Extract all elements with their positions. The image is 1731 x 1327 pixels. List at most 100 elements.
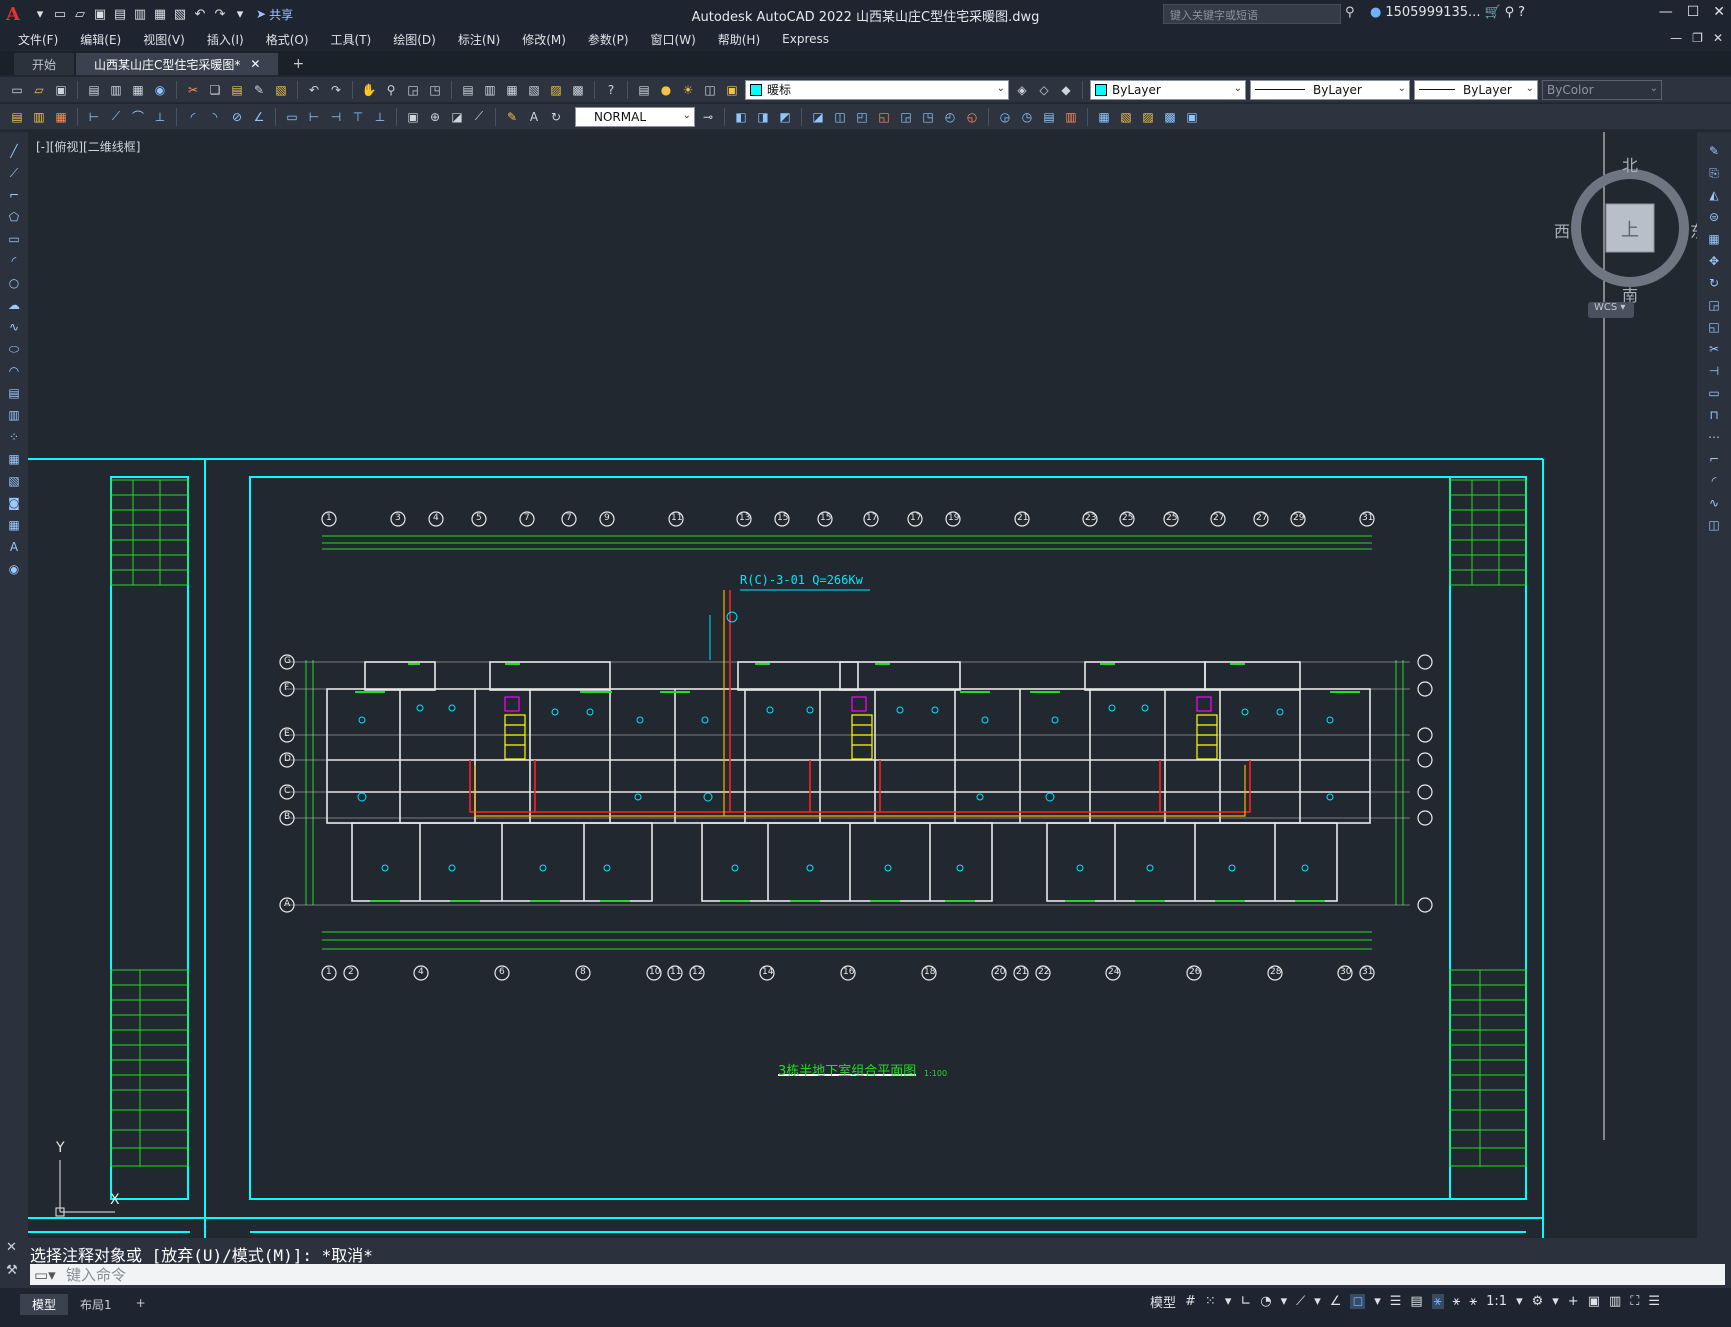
design-center-icon[interactable]: ▥: [481, 81, 499, 99]
dim-style-icon[interactable]: ⊸: [699, 108, 717, 126]
menu-edit[interactable]: 编辑(E): [80, 31, 121, 48]
annotation-visibility-icon[interactable]: ⚹: [1431, 1294, 1444, 1309]
mtext-icon[interactable]: A: [4, 538, 24, 556]
zoom-window-icon[interactable]: ◲: [404, 81, 422, 99]
erase-icon[interactable]: ✎: [1704, 142, 1724, 160]
baseline-dim-icon[interactable]: ⊢: [305, 108, 323, 126]
table-icon[interactable]: ▦: [4, 516, 24, 534]
quick-dim-icon[interactable]: ▭: [283, 108, 301, 126]
lineweight-select[interactable]: ByLayer ⌄: [1414, 79, 1538, 100]
stretch-icon[interactable]: ◱: [1704, 318, 1724, 336]
save-web-icon[interactable]: ▦: [152, 6, 168, 22]
share-button[interactable]: ➤ 共享: [256, 6, 293, 23]
menu-insert[interactable]: 插入(I): [207, 31, 244, 48]
construction-line-icon[interactable]: ⟋: [4, 164, 24, 182]
customize-cmd-icon[interactable]: ⚒: [6, 1263, 18, 1278]
paste-icon[interactable]: ▤: [228, 81, 246, 99]
layer-select[interactable]: 暖标 ⌄: [745, 79, 1009, 100]
clean-screen-icon[interactable]: ⛶: [1630, 1294, 1639, 1309]
chevron-down-icon[interactable]: ▾: [1516, 1294, 1523, 1309]
plot-icon[interactable]: ▧: [172, 6, 188, 22]
units-icon[interactable]: ▣: [1588, 1294, 1600, 1309]
doc-close-button[interactable]: ✕: [1713, 31, 1723, 45]
new-icon[interactable]: ▭: [52, 6, 68, 22]
draw-order-back-icon[interactable]: ◨: [754, 108, 772, 126]
menu-express[interactable]: Express: [782, 32, 829, 46]
grid-icon[interactable]: #: [1185, 1294, 1196, 1309]
rectangle-icon[interactable]: ▭: [4, 230, 24, 248]
angular-dim-icon[interactable]: ∠: [250, 108, 268, 126]
layer-viewport-icon[interactable]: ◫: [701, 81, 719, 99]
aligned-dim-icon[interactable]: ⟋: [107, 108, 125, 126]
jogged-dim-icon[interactable]: ◝: [206, 108, 224, 126]
viewcube-top-face[interactable]: 上: [1621, 216, 1639, 242]
diameter-dim-icon[interactable]: ⊘: [228, 108, 246, 126]
copy-icon[interactable]: ❏: [206, 81, 224, 99]
snap-icon[interactable]: ⁙: [1205, 1294, 1216, 1309]
tolerance-icon[interactable]: ▣: [404, 108, 422, 126]
add-layout-button[interactable]: +: [124, 1294, 158, 1312]
chamfer-icon[interactable]: ⌐: [1704, 450, 1724, 468]
circle-icon[interactable]: ○: [4, 274, 24, 292]
chevron-down-icon[interactable]: ▾: [1314, 1294, 1321, 1309]
lineweight-icon[interactable]: ☰: [1390, 1294, 1402, 1309]
inquiry-f-icon[interactable]: ◳: [919, 108, 937, 126]
tool-a-icon[interactable]: ▤: [8, 108, 26, 126]
rotate-icon[interactable]: ↻: [1704, 274, 1724, 292]
menu-draw[interactable]: 绘图(D): [393, 31, 436, 48]
menu-modify[interactable]: 修改(M): [522, 31, 566, 48]
gradient-icon[interactable]: ▧: [4, 472, 24, 490]
layer-thaw-icon[interactable]: ☀: [679, 81, 697, 99]
color-select[interactable]: ByLayer ⌄: [1090, 79, 1246, 100]
zoom-realtime-icon[interactable]: ⚲: [382, 81, 400, 99]
open-file-icon[interactable]: ▱: [30, 81, 48, 99]
linetype-select[interactable]: ByLayer ⌄: [1250, 79, 1410, 100]
publish-icon[interactable]: ▦: [129, 81, 147, 99]
annotation-scale[interactable]: 1:1: [1486, 1294, 1507, 1309]
dropdown-icon[interactable]: ▾: [32, 6, 48, 22]
group-b-icon[interactable]: ◷: [1018, 108, 1036, 126]
compass-west[interactable]: 西: [1554, 218, 1570, 242]
dim-text-edit-icon[interactable]: A: [525, 108, 543, 126]
quick-props-icon[interactable]: ▥: [1609, 1294, 1621, 1309]
undo-icon[interactable]: ↶: [192, 6, 208, 22]
markup-icon[interactable]: ▨: [547, 81, 565, 99]
polyline-icon[interactable]: ⌐: [4, 186, 24, 204]
minimize-button[interactable]: —: [1659, 4, 1673, 20]
chevron-down-icon[interactable]: ▾: [1374, 1294, 1381, 1309]
menu-help[interactable]: 帮助(H): [718, 31, 760, 48]
inquiry-a-icon[interactable]: ◪: [809, 108, 827, 126]
revcloud-icon[interactable]: ☁: [4, 296, 24, 314]
arc-icon[interactable]: ◜: [4, 252, 24, 270]
tool-palettes-icon[interactable]: ▦: [503, 81, 521, 99]
insert-block-icon[interactable]: ▤: [4, 384, 24, 402]
tab-drawing[interactable]: 山西某山庄C型住宅采暖图* ✕: [76, 53, 279, 75]
menu-file[interactable]: 文件(F): [18, 31, 58, 48]
osnap-icon[interactable]: ◻: [1350, 1294, 1366, 1309]
sheet-set-icon[interactable]: ▧: [525, 81, 543, 99]
help-icon[interactable]: ?: [1518, 5, 1525, 20]
drawing-canvas[interactable]: [-][俯视][二维线框] 3栋半地下室组合平面图 1:100 R(C)-3-0…: [28, 132, 1697, 1238]
open-web-icon[interactable]: ▥: [132, 6, 148, 22]
inquiry-h-icon[interactable]: ◵: [963, 108, 981, 126]
dim-edit-icon[interactable]: ✎: [503, 108, 521, 126]
redo-icon[interactable]: ↷: [212, 6, 228, 22]
polar-icon[interactable]: ◔: [1260, 1294, 1271, 1309]
dim-break-icon[interactable]: ⊥: [371, 108, 389, 126]
mirror-icon[interactable]: ◭: [1704, 186, 1724, 204]
group-d-icon[interactable]: ▥: [1062, 108, 1080, 126]
join-icon[interactable]: ⋯: [1704, 428, 1724, 446]
layer-previous-icon[interactable]: ◇: [1035, 81, 1053, 99]
extend-icon[interactable]: ⊣: [1704, 362, 1724, 380]
inquiry-b-icon[interactable]: ◫: [831, 108, 849, 126]
autocad-logo-icon[interactable]: A: [6, 4, 28, 25]
match-prop-icon[interactable]: ✎: [250, 81, 268, 99]
misc-b-icon[interactable]: ▧: [1117, 108, 1135, 126]
open-icon[interactable]: ▱: [72, 6, 88, 22]
user-menu[interactable]: ● 1505999135... 🛒 ⚲ ?: [1370, 5, 1525, 20]
arc-length-icon[interactable]: ⌒: [129, 108, 147, 126]
misc-d-icon[interactable]: ▩: [1161, 108, 1179, 126]
search-icon[interactable]: ⚲: [1345, 5, 1355, 20]
polygon-icon[interactable]: ⬠: [4, 208, 24, 226]
workspace-gear-icon[interactable]: ⚙: [1532, 1294, 1544, 1309]
